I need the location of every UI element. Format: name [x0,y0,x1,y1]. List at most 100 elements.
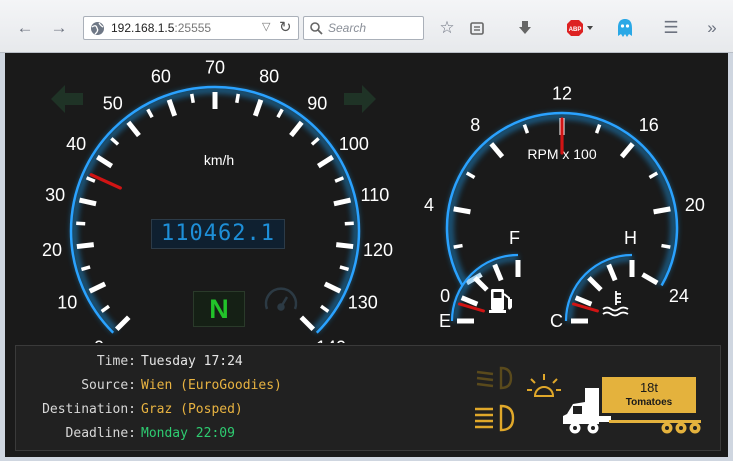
rpm-tick-minor [522,124,530,134]
temp-tick-major [574,295,593,307]
fuel-needle [457,302,485,313]
search-bar[interactable]: Search [303,16,424,40]
rpm-tick-minor [453,243,463,249]
tachometer: 04812162024 RPM x 100 [424,83,705,306]
url-host: 192.168.1.5 [111,21,175,35]
reload-icon[interactable]: ↻ [279,18,292,36]
fuel-tick-major [492,263,504,282]
destination-value: Graz (Posped) [141,402,243,417]
adblock-icon[interactable]: ABP [566,17,596,39]
rpm-tick-major [653,206,671,215]
coolant-temp-icon [602,291,629,317]
fuel-tick-major [473,276,489,292]
speed-tick-major [95,154,114,169]
speed-tick-minor [339,265,350,272]
deadline-value: Monday 22:09 [141,426,235,441]
source-value: Wien (EuroGoodies) [141,378,282,393]
rpm-tick-major [453,206,471,215]
rpm-tick-major [489,142,505,159]
speed-tick-major [126,120,141,138]
gauge-cluster: 0102030405060708090100110120130140 km/h … [42,57,705,343]
url-bar[interactable]: 192.168.1.5:25555 ▽ ↻ [83,16,299,40]
temp-tick-major [587,276,603,292]
rpm-tick-minor [594,124,602,134]
speed-tick-major [76,242,95,250]
url-text: 192.168.1.5:25555 [111,21,211,35]
speed-tick-minor [310,137,320,146]
ghostery-icon[interactable] [614,17,636,39]
cargo-name: Tomatoes [625,397,673,408]
rpm-tick-label: 12 [552,83,572,103]
adblock-badge-text: ABP [569,27,582,33]
time-value: Tuesday 17:24 [141,354,243,369]
speed-tick-label: 10 [57,293,77,313]
speed-tick-label: 30 [45,185,65,205]
download-icon[interactable] [514,17,536,39]
high-beam-icon [475,404,515,432]
reading-list-icon[interactable] [466,17,488,39]
rpm-tick-label: 24 [669,286,689,306]
speed-tick-minor [344,221,354,226]
rpm-tick-minor [661,243,671,249]
source-label: Source: [81,378,136,393]
speed-tick-minor [189,93,195,104]
speed-tick-label: 130 [348,293,378,313]
rpm-tick-label: 20 [685,195,705,215]
rpm-tick-major [619,142,635,159]
time-label: Time: [96,354,136,369]
speed-tick-label: 90 [307,93,327,113]
back-arrow-icon[interactable]: ← [14,17,36,39]
speed-tick-minor [76,221,86,226]
speed-tick-major [289,120,304,138]
destination-row: Destination: Graz (Posped) [16,402,316,422]
dashboard-panel: 0102030405060708090100110120130140 km/h … [5,53,728,457]
source-row: Source: Wien (EuroGoodies) [16,378,316,398]
speed-tick-major [114,315,131,332]
left-turn-icon [51,85,83,113]
speed-tick-minor [80,265,91,272]
low-beam-icon [476,366,513,390]
rpm-tick-minor [648,171,659,180]
speed-tick-label: 140 [316,337,346,343]
fuel-pump-icon [489,289,512,313]
speed-needle [89,173,122,190]
search-placeholder: Search [328,21,367,35]
speed-tick-major [335,242,354,250]
speed-tick-major [166,98,178,117]
forward-arrow-icon[interactable]: → [48,17,70,39]
indicator-lights [475,366,561,432]
speed-tick-label: 80 [259,67,279,87]
fuel-full-label: F [509,228,520,248]
speed-tick-major [78,197,97,207]
speed-tick-major [299,315,316,332]
temp-tick-major [606,263,618,282]
rpm-tick-label: 4 [424,195,434,215]
speed-tick-major [316,154,335,169]
menu-icon[interactable]: ☰ [660,17,682,39]
speed-tick-major [88,281,107,294]
temperature-gauge: C H [550,228,637,331]
speed-tick-minor [85,176,96,183]
destination-label: Destination: [42,402,136,417]
cargo-trailer: 18t Tomatoes [602,377,696,413]
speed-tick-label: 40 [66,134,86,154]
rpm-tick-major [641,272,659,286]
cargo-weight: 18t [639,380,659,395]
speed-tick-minor [110,137,120,146]
rpm-tick-label: 16 [639,115,659,135]
beacon-icon [527,374,561,397]
speed-tick-minor [334,176,345,183]
browser-toolbar: ← → 192.168.1.5:25555 ▽ ↻ Search ☆ ABP ☰… [0,0,733,53]
url-dropdown-icon[interactable]: ▽ [262,20,270,33]
url-port: :25555 [174,21,212,35]
rpm-tick-label: 0 [440,286,450,306]
star-icon[interactable]: ☆ [436,17,458,39]
speed-tick-minor [320,304,330,313]
speed-tick-label: 50 [103,93,123,113]
speed-tick-minor [235,93,241,104]
temp-cold-label: C [550,311,563,331]
right-turn-icon [344,85,376,113]
overflow-icon[interactable]: » [701,17,723,39]
speed-tick-label: 0 [94,337,104,343]
speed-unit-label: km/h [204,152,234,168]
